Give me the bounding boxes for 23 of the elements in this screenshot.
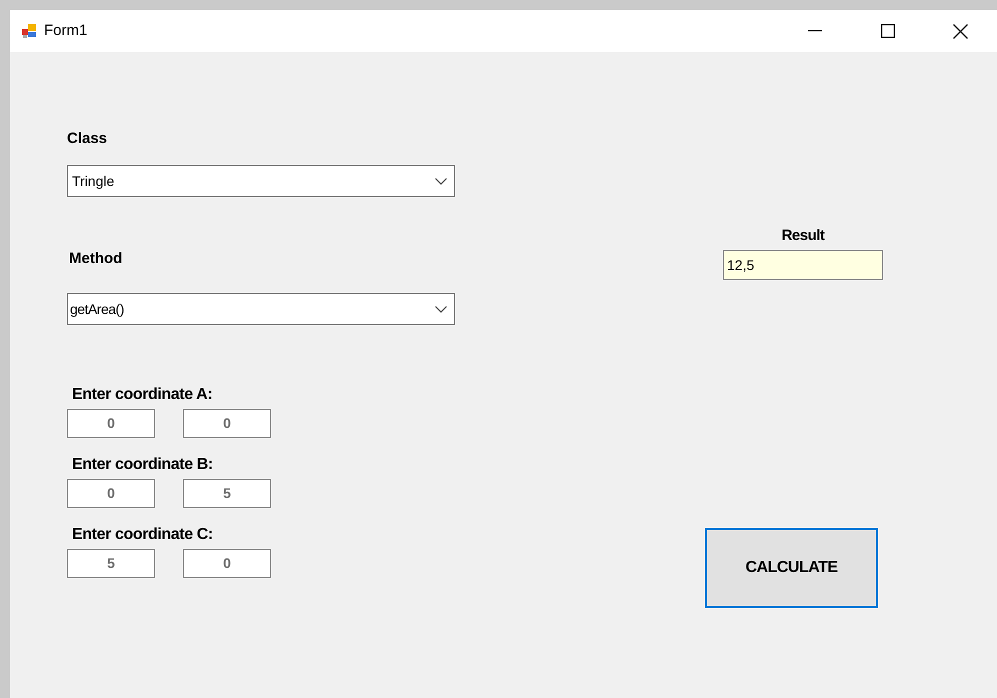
coordinate-field[interactable]: 0 xyxy=(67,409,155,438)
calculate-button[interactable]: CALCULATE xyxy=(705,528,878,608)
close-icon xyxy=(953,24,968,38)
class-dropdown[interactable]: Tringle xyxy=(67,165,455,197)
result-label: Result xyxy=(780,227,826,245)
minimize-icon xyxy=(808,30,822,32)
coordinate-field[interactable]: 5 xyxy=(183,479,271,508)
app-icon xyxy=(22,23,38,39)
chevron-down-icon xyxy=(435,178,447,184)
chevron-down-icon xyxy=(435,306,447,312)
class-label: Class xyxy=(67,130,108,148)
method-dropdown[interactable]: getArea() xyxy=(67,293,455,325)
coordinate-field[interactable]: 0 xyxy=(183,409,271,438)
coordinate-label: Enter coordinate C: xyxy=(72,525,214,545)
maximize-icon xyxy=(880,24,894,38)
method-label: Method xyxy=(69,250,122,268)
window-title: Form1 xyxy=(44,20,88,41)
coordinate-label: Enter coordinate A: xyxy=(72,385,214,405)
result-field[interactable]: 12,5 xyxy=(723,250,883,280)
coordinate-field[interactable]: 0 xyxy=(183,549,271,578)
coordinate-label: Enter coordinate B: xyxy=(72,455,214,475)
coordinate-field[interactable]: 0 xyxy=(67,479,155,508)
coordinate-field[interactable]: 5 xyxy=(67,549,155,578)
